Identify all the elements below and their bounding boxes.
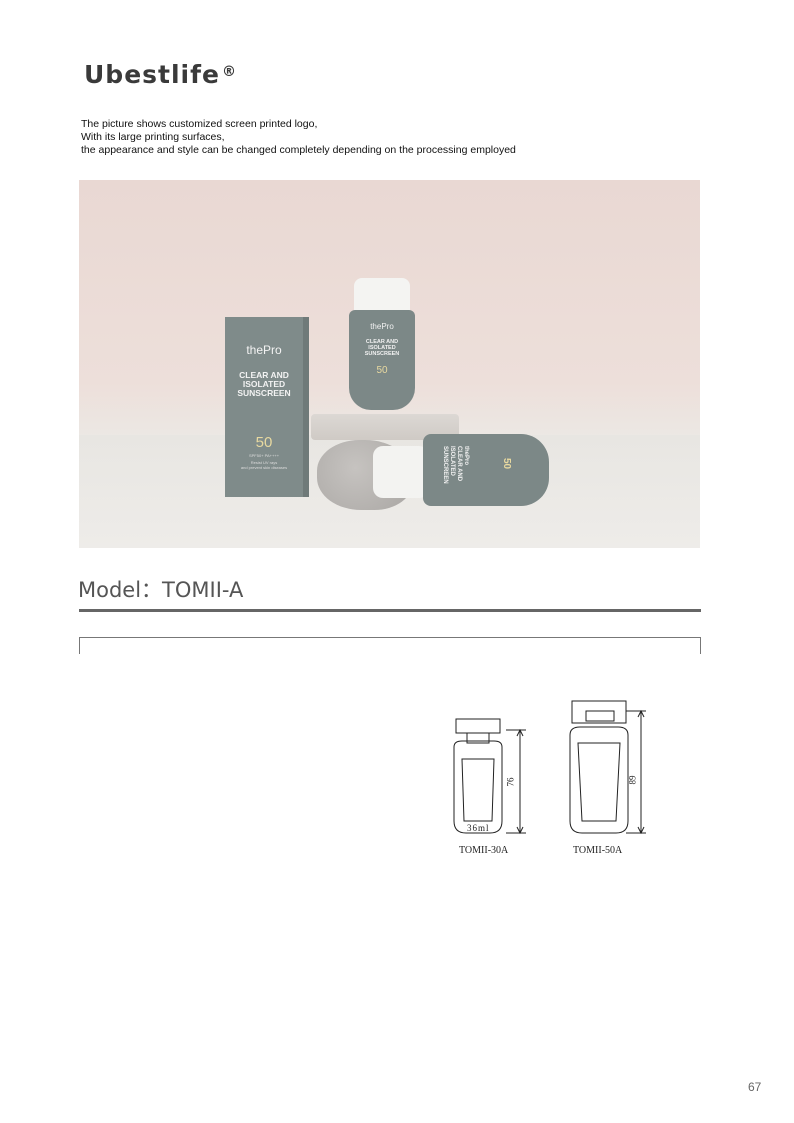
registered-mark: ®	[221, 64, 237, 80]
box-title-line-3: SUNSCREEN	[237, 388, 291, 398]
upright-bottle-cap	[354, 278, 410, 312]
large-bottle-drawing	[569, 700, 646, 835]
large-bottle-label: TOMII-50A	[573, 845, 623, 856]
model-heading: Model：TOMII-A	[78, 578, 244, 602]
small-bottle-height: 76	[505, 777, 516, 787]
intro-line-2: With its large printing surfaces,	[81, 131, 225, 143]
technical-drawings: 36ml 76 89 TOMII-30A TOMII-50A	[440, 695, 660, 865]
lying-text-line-3: ISOLATED	[449, 446, 455, 476]
box-small-line-2: and prevent skin diseases	[240, 465, 288, 470]
intro-line-3: the appearance and style can be changed …	[81, 144, 516, 156]
brand-name: Ubestlife	[84, 60, 220, 89]
lying-text-line-1: thePro	[463, 446, 469, 466]
lying-bottle-body: thePro CLEAR AND ISOLATED SUNSCREEN 50	[423, 434, 549, 506]
box-small-text: Resist UV rays and prevent skin diseases	[225, 460, 303, 470]
drawing-frame	[79, 637, 701, 654]
box-brand: thePro	[246, 343, 282, 357]
upright-title-line-3: SUNSCREEN	[364, 351, 400, 357]
brand-logo: Ubestlife ®	[84, 60, 237, 89]
box-spf: 50	[255, 434, 273, 451]
upright-bottle-spf: 50	[376, 365, 388, 376]
intro-text: The picture shows customized screen prin…	[81, 118, 516, 157]
upright-bottle-title: CLEAR AND ISOLATED SUNSCREEN	[349, 339, 415, 357]
box-title: CLEAR AND ISOLATED SUNSCREEN	[225, 371, 303, 398]
lying-bottle-text: thePro CLEAR AND ISOLATED SUNSCREEN	[441, 446, 469, 484]
intro-line-1: The picture shows customized screen prin…	[81, 118, 318, 130]
small-bottle-volume: 36ml	[467, 823, 490, 833]
product-photo: thePro CLEAR AND ISOLATED SUNSCREEN 50 S…	[79, 180, 700, 548]
lying-bottle-cap	[373, 446, 429, 498]
page-number: 67	[748, 1080, 762, 1094]
lying-bottle-spf: 50	[501, 458, 512, 470]
model-rule	[79, 609, 701, 612]
upright-bottle-body: thePro CLEAR AND ISOLATED SUNSCREEN 50	[349, 310, 415, 410]
product-box: thePro CLEAR AND ISOLATED SUNSCREEN 50 S…	[225, 317, 303, 497]
box-spf-sub: SPF50+ PA++++	[248, 453, 280, 458]
large-bottle-height: 89	[627, 775, 638, 785]
upright-bottle: thePro CLEAR AND ISOLATED SUNSCREEN 50	[349, 278, 415, 410]
small-bottle-label: TOMII-30A	[459, 845, 509, 856]
lying-bottle: thePro CLEAR AND ISOLATED SUNSCREEN 50	[373, 430, 549, 506]
lying-text-line-4: SUNSCREEN	[442, 446, 448, 484]
lying-text-line-2: CLEAR AND	[456, 446, 462, 482]
upright-bottle-brand: thePro	[370, 322, 394, 331]
small-bottle-drawing	[453, 718, 526, 835]
